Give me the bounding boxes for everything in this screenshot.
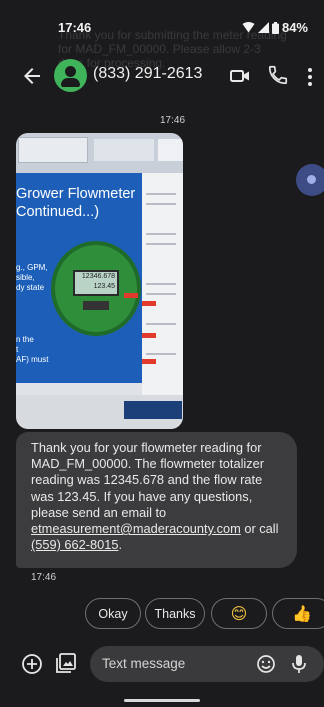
photo-slide-footer bbox=[16, 383, 142, 395]
photo-doc-line bbox=[146, 293, 176, 295]
phone-call-icon[interactable] bbox=[267, 64, 289, 86]
image-attachment[interactable]: Grower Flowmeter Continued...) g., GPM, … bbox=[16, 133, 183, 429]
photo-doc-line bbox=[146, 323, 176, 325]
email-link[interactable]: etmeasurement@maderacounty.com bbox=[31, 521, 241, 536]
avatar-head bbox=[65, 66, 76, 77]
photo-doc-line bbox=[146, 283, 176, 285]
battery-percent: 84% bbox=[281, 20, 308, 35]
photo-logo bbox=[124, 401, 182, 419]
photo-arrow bbox=[142, 301, 156, 306]
photo-arrow bbox=[142, 359, 156, 364]
photo-slide-title-line: Continued...) bbox=[16, 204, 100, 220]
photo-ribbon bbox=[16, 133, 183, 173]
message-text-segment: or call bbox=[240, 521, 279, 537]
photo-slide-text: g., GPM, sible, dy state bbox=[16, 263, 48, 293]
photo-doc-line bbox=[146, 233, 176, 235]
status-time: 17:46 bbox=[58, 20, 92, 35]
message-text-segment: Thank you for your flowmeter reading for… bbox=[31, 440, 265, 520]
photo-arrow bbox=[142, 333, 156, 338]
conversation-header: (833) 291-2613 bbox=[0, 54, 324, 98]
photo-slide-title-line: Grower Flowmeter bbox=[16, 186, 136, 202]
avatar-shoulders bbox=[61, 78, 80, 87]
video-call-icon[interactable] bbox=[229, 66, 251, 86]
message-timestamp: 17:46 bbox=[160, 115, 186, 126]
photo-slide-text-line: t bbox=[16, 345, 19, 354]
composer-bar: Text message bbox=[0, 640, 324, 688]
photo-ribbon-block bbox=[158, 139, 183, 161]
photo-meter-rate: 123.45 bbox=[93, 283, 115, 290]
photo-slide-text-line: n the bbox=[16, 335, 34, 344]
smart-reply-okay[interactable]: Okay bbox=[85, 598, 141, 629]
photo-slide-text-line: dy state bbox=[16, 283, 45, 292]
photo-slide-text-line: sible, bbox=[16, 273, 35, 282]
signal-icon bbox=[257, 22, 269, 33]
contact-name[interactable]: (833) 291-2613 bbox=[93, 65, 202, 83]
photo-flowmeter-device: 12346.678 123.45 bbox=[51, 241, 141, 336]
photo-doc-line bbox=[146, 203, 176, 205]
photo-meter-total: 12346.678 bbox=[81, 273, 115, 280]
message-text: Thank you for your flowmeter reading for… bbox=[31, 440, 287, 553]
phone-link[interactable]: (559) 662-8015 bbox=[31, 537, 119, 552]
floating-accessibility-button[interactable] bbox=[296, 164, 324, 196]
smart-reply-smile-emoji[interactable]: 😊 bbox=[211, 598, 267, 629]
avatar[interactable] bbox=[54, 59, 87, 92]
photo-flowmeter-buttons bbox=[83, 301, 109, 310]
battery-icon bbox=[271, 21, 279, 34]
photo-ribbon-block bbox=[94, 139, 154, 161]
arrow-back-icon[interactable] bbox=[20, 64, 44, 88]
status-icons: 84% bbox=[242, 20, 308, 35]
photo-slide-title: Grower Flowmeter Continued...) bbox=[16, 185, 135, 221]
photo-bottom-strip bbox=[16, 395, 183, 429]
photo-slide-text-line: g., GPM, bbox=[16, 263, 48, 272]
photo-flowmeter-screen: 12346.678 123.45 bbox=[73, 270, 119, 296]
add-circle-icon[interactable] bbox=[21, 653, 43, 675]
message-input-placeholder: Text message bbox=[102, 656, 186, 671]
smart-reply-thanks[interactable]: Thanks bbox=[145, 598, 205, 629]
gallery-icon[interactable] bbox=[55, 652, 77, 674]
message-bubble[interactable]: Thank you for your flowmeter reading for… bbox=[16, 432, 297, 568]
smart-reply-thumbs-up-emoji[interactable]: 👍 bbox=[272, 598, 324, 629]
status-bar: Thank you for submitting the meter readi… bbox=[0, 0, 324, 70]
emoji-icon[interactable] bbox=[256, 654, 276, 674]
message-timestamp: 17:46 bbox=[31, 572, 57, 583]
mic-icon[interactable] bbox=[290, 653, 308, 675]
message-text-segment: . bbox=[118, 537, 123, 553]
home-indicator[interactable] bbox=[124, 699, 200, 702]
photo-doc-line bbox=[146, 193, 176, 195]
photo-doc-line bbox=[146, 243, 176, 245]
photo-doc-line bbox=[146, 353, 176, 355]
more-vert-icon[interactable] bbox=[304, 66, 316, 88]
speaker-icon bbox=[307, 175, 316, 184]
wifi-icon bbox=[242, 22, 255, 33]
photo-slide-text: n the t AF) must bbox=[16, 335, 48, 365]
photo-arrow bbox=[124, 293, 138, 298]
message-input[interactable]: Text message bbox=[90, 646, 324, 682]
photo-slide-text-line: AF) must bbox=[16, 355, 49, 364]
photo-ribbon-block bbox=[18, 137, 88, 163]
